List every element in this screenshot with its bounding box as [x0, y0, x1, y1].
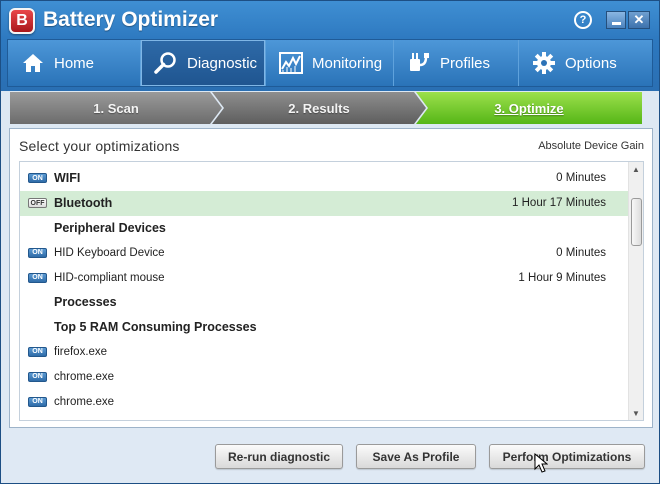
app-window: B Battery Optimizer ? ✕ Home Diagnostic … — [0, 0, 660, 484]
vertical-scrollbar[interactable]: ▲ ▼ — [628, 162, 643, 420]
row-label: Bluetooth — [54, 196, 113, 211]
row-label: chrome.exe — [54, 395, 115, 408]
nav-label: Home — [54, 54, 95, 72]
panel-title: Select your optimizations — [19, 138, 180, 154]
optimizations-list: ON WIFI 0 Minutes OFF Bluetooth 1 Hour 1… — [19, 161, 644, 421]
group-header-top-processes: Top 5 RAM Consuming Processes — [20, 315, 628, 340]
gear-icon — [531, 50, 557, 76]
list-item-wifi[interactable]: ON WIFI 0 Minutes — [20, 166, 628, 191]
home-icon — [20, 50, 46, 76]
row-value: 1 Hour 17 Minutes — [512, 197, 606, 210]
nav-label: Diagnostic — [187, 54, 258, 72]
nav-item-diagnostic[interactable]: Diagnostic — [141, 40, 266, 86]
row-label: Top 5 RAM Consuming Processes — [54, 320, 257, 335]
list-item-hid-mouse[interactable]: ON HID-compliant mouse 1 Hour 9 Minutes — [20, 265, 628, 290]
perform-optimizations-button[interactable]: Perform Optimizations — [489, 444, 645, 469]
list-item-process[interactable]: ON firefox.exe — [20, 340, 628, 365]
app-title: Battery Optimizer — [43, 8, 219, 31]
nav-item-profiles[interactable]: Profiles — [394, 40, 519, 86]
row-label: HID-compliant mouse — [54, 271, 165, 284]
row-label: Peripheral Devices — [54, 220, 166, 235]
row-label: chrome.exe — [54, 370, 115, 383]
toggle-switch[interactable]: OFF — [28, 198, 47, 209]
rows-container: ON WIFI 0 Minutes OFF Bluetooth 1 Hour 1… — [20, 166, 628, 414]
nav-label: Monitoring — [312, 54, 383, 72]
scroll-up-icon[interactable]: ▲ — [629, 162, 643, 176]
list-item-bluetooth[interactable]: OFF Bluetooth 1 Hour 17 Minutes — [20, 190, 628, 216]
step-optimize[interactable]: 3. Optimize — [416, 92, 642, 124]
mouse-cursor-icon — [534, 453, 548, 473]
nav-item-options[interactable]: Options — [519, 40, 652, 86]
magnifier-icon — [153, 50, 179, 76]
group-header-peripheral: Peripheral Devices — [20, 216, 628, 241]
minimize-button[interactable] — [606, 11, 626, 29]
optimizations-panel: Select your optimizations Absolute Devic… — [9, 128, 653, 428]
nav-label: Options — [565, 54, 617, 72]
column-header-gain: Absolute Device Gain — [538, 140, 644, 152]
chart-icon — [278, 50, 304, 76]
group-header-processes: Processes — [20, 290, 628, 315]
minimize-icon — [611, 21, 621, 25]
toggle-switch[interactable]: ON — [28, 173, 47, 184]
step-progress: 1. Scan 2. Results 3. Optimize — [10, 92, 652, 124]
row-label: WIFI — [54, 171, 81, 186]
row-value: 0 Minutes — [556, 172, 606, 185]
toggle-switch[interactable]: ON — [28, 371, 47, 382]
nav-item-monitoring[interactable]: Monitoring — [266, 40, 394, 86]
toggle-switch[interactable]: ON — [28, 247, 47, 258]
nav-label: Profiles — [440, 54, 491, 72]
step-scan[interactable]: 1. Scan — [10, 92, 222, 124]
row-value: 0 Minutes — [556, 246, 606, 259]
list-item-process[interactable]: ON chrome.exe — [20, 364, 628, 389]
toggle-switch[interactable]: ON — [28, 272, 47, 283]
toggle-switch[interactable]: ON — [28, 396, 47, 407]
row-label: firefox.exe — [54, 345, 108, 358]
scroll-thumb[interactable] — [631, 198, 642, 246]
save-as-profile-button[interactable]: Save As Profile — [356, 444, 476, 469]
plug-icon — [406, 50, 432, 76]
app-logo-icon: B — [9, 8, 35, 34]
step-results[interactable]: 2. Results — [212, 92, 426, 124]
scroll-down-icon[interactable]: ▼ — [629, 406, 643, 420]
toggle-switch[interactable]: ON — [28, 346, 47, 357]
help-button[interactable]: ? — [574, 11, 592, 29]
list-item-process[interactable]: ON chrome.exe — [20, 389, 628, 414]
list-item-hid-keyboard[interactable]: ON HID Keyboard Device 0 Minutes — [20, 240, 628, 265]
row-label: HID Keyboard Device — [54, 246, 165, 259]
rerun-diagnostic-button[interactable]: Re-run diagnostic — [215, 444, 343, 469]
close-button[interactable]: ✕ — [628, 11, 650, 29]
nav-item-home[interactable]: Home — [8, 40, 141, 86]
row-value: 1 Hour 9 Minutes — [518, 271, 606, 284]
main-nav: Home Diagnostic Monitoring Profiles Opti… — [7, 39, 653, 87]
row-label: Processes — [54, 295, 117, 310]
title-bar: B Battery Optimizer ? ✕ — [1, 1, 659, 37]
